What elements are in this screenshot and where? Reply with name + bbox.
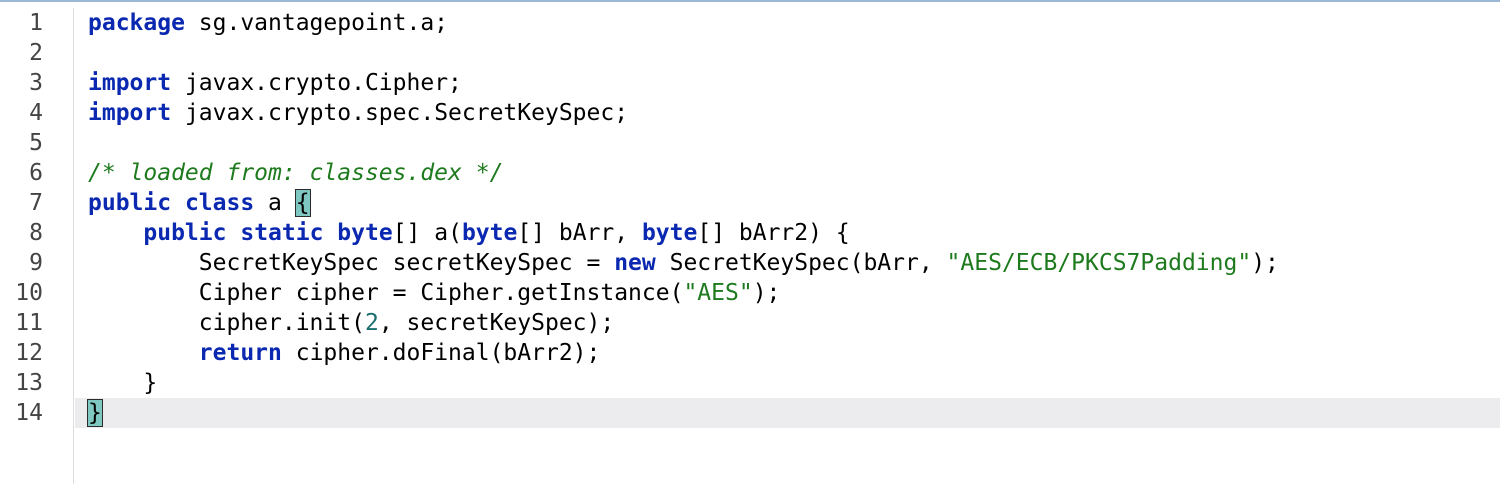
code-line[interactable] [75,128,1500,158]
line-number: 7 [29,190,43,216]
line-number: 14 [15,400,43,426]
line-number: 2 [29,40,43,66]
code-line[interactable]: public static byte[] a(byte[] bArr, byte… [75,218,1500,248]
keyword-token: return [198,340,282,366]
code-token: sg.vantagepoint.a; [184,10,449,36]
keyword-token: public [143,220,227,246]
code-token: SecretKeySpec(bArr, [655,250,947,276]
number-token: 2 [364,310,379,336]
code-editor[interactable]: 1 2 3 4 5 6 7 8 9 10 11 12 13 14 package sg.vantagepo… [0,0,1500,484]
code-line[interactable]: /* loaded from: classes.dex */ [75,158,1500,188]
code-line[interactable]: return cipher.doFinal(bArr2); [75,338,1500,368]
code-token: [] a( [392,220,462,246]
keyword-token: package [88,10,185,36]
keyword-token: import [88,100,172,126]
code-line[interactable]: } [75,368,1500,398]
keyword-token: byte [641,220,698,246]
code-token: javax.crypto.spec.SecretKeySpec; [171,100,629,126]
matched-brace: { [294,189,311,217]
code-token: [] bArr, [517,220,642,246]
code-token: , secretKeySpec); [378,310,615,336]
code-line[interactable] [75,38,1500,68]
line-number: 1 [29,10,43,36]
code-token: ); [1251,250,1279,276]
matched-brace: } [87,399,103,427]
comment-token: /* loaded from: classes.dex */ [88,160,504,186]
keyword-token: public [88,190,172,216]
code-line[interactable]: cipher.init(2, secretKeySpec); [75,308,1500,338]
code-token: [] bArr2) { [697,220,850,246]
line-number: 13 [15,370,43,396]
code-token: Cipher cipher = Cipher.getInstance( [88,280,684,306]
string-token: "AES/ECB/PKCS7Padding" [946,250,1252,276]
code-token: ); [752,280,781,306]
line-number: 10 [15,280,43,306]
line-number: 9 [29,250,43,276]
line-number-gutter: 1 2 3 4 5 6 7 8 9 10 11 12 13 14 [0,8,74,484]
code-line[interactable]: import javax.crypto.Cipher; [75,68,1500,98]
keyword-token: byte [337,220,393,246]
keyword-token: new [614,250,656,276]
code-token: a [254,190,296,216]
keyword-token: byte [461,220,518,246]
line-number: 12 [15,340,43,366]
code-token: cipher.init( [88,310,365,336]
line-number: 6 [29,160,43,186]
code-token: javax.crypto.Cipher; [171,70,462,96]
current-code-line[interactable]: } [75,398,1500,428]
keyword-token: static [240,220,324,246]
line-number: 5 [29,130,43,156]
line-number: 4 [29,100,43,126]
code-line[interactable]: Cipher cipher = Cipher.getInstance("AES"… [75,278,1500,308]
line-number: 11 [15,310,43,336]
code-line[interactable]: SecretKeySpec secretKeySpec = new Secret… [75,248,1500,278]
code-area[interactable]: package sg.vantagepoint.a; import javax.c… [75,8,1500,428]
code-line[interactable]: import javax.crypto.spec.SecretKeySpec; [75,98,1500,128]
code-token: } [88,370,158,396]
keyword-token: class [184,190,255,216]
keyword-token: import [88,70,172,96]
code-token: SecretKeySpec secretKeySpec = [88,250,615,276]
code-token: cipher.doFinal(bArr2); [281,340,601,366]
line-number: 8 [29,220,43,246]
code-line[interactable]: package sg.vantagepoint.a; [75,8,1500,38]
string-token: "AES" [683,280,753,306]
code-line[interactable]: public class a { [75,188,1500,218]
line-number: 3 [29,70,43,96]
